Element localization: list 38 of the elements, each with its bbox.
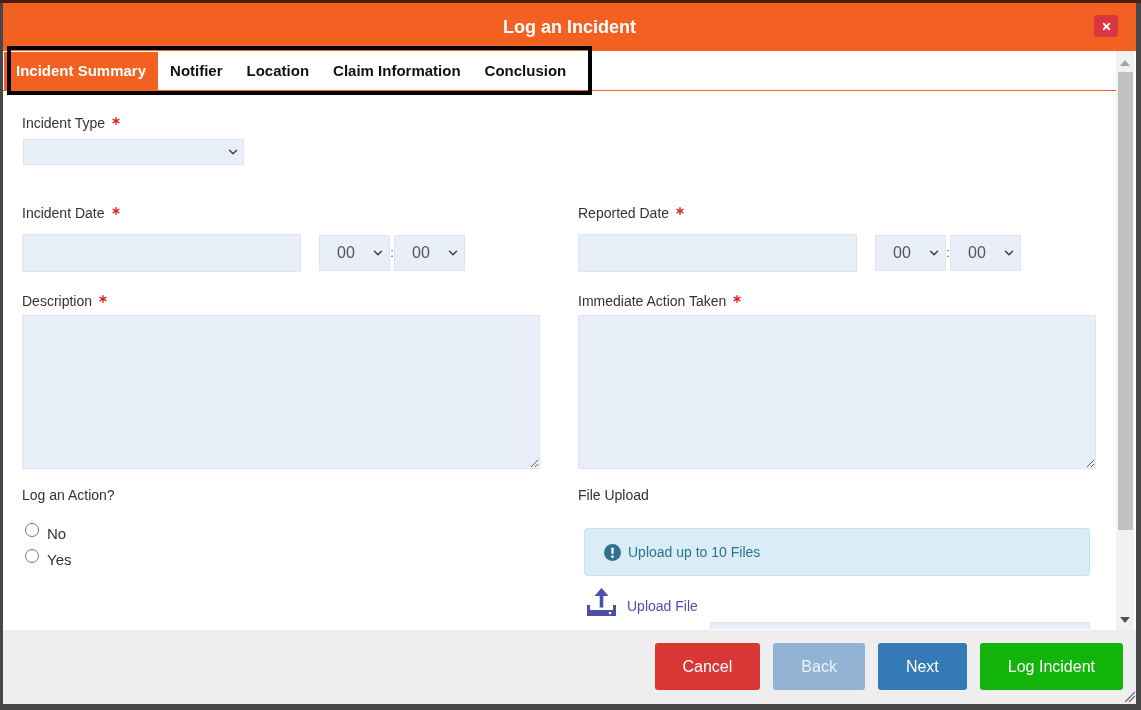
resize-grip-icon[interactable] xyxy=(1124,691,1135,702)
radio-label: No xyxy=(47,525,67,543)
field-label: Description xyxy=(22,293,93,310)
field-label: File Upload xyxy=(578,487,649,504)
field-label: Incident Date xyxy=(22,205,105,222)
radio-label: Yes xyxy=(47,551,72,569)
minute-select[interactable]: 00 xyxy=(950,235,1021,271)
text-area[interactable] xyxy=(578,315,1096,469)
scroll-up-arrow-icon[interactable] xyxy=(1120,60,1130,66)
footer-button[interactable]: Cancel xyxy=(654,643,761,690)
input-field[interactable] xyxy=(710,622,1090,629)
scrollbar-thumb[interactable] xyxy=(1117,72,1133,530)
text-area[interactable] xyxy=(22,315,540,469)
date-input[interactable] xyxy=(578,234,857,272)
hour-select[interactable]: 00 xyxy=(319,235,390,271)
field-label: Reported Date xyxy=(578,205,670,222)
radio-button[interactable] xyxy=(25,549,39,563)
hour-select[interactable]: 00 xyxy=(875,235,946,271)
date-input[interactable] xyxy=(22,234,301,272)
tab[interactable]: Incident Summary xyxy=(4,52,159,90)
field-label: Log an Action? xyxy=(22,487,115,504)
dialog-title: Log an Incident xyxy=(503,15,636,39)
minute-select[interactable]: 00 xyxy=(394,235,465,271)
scroll-down-arrow-icon[interactable] xyxy=(1120,617,1130,623)
scrollbar[interactable] xyxy=(1116,51,1134,630)
upload-icon[interactable] xyxy=(587,588,616,616)
field-label: Incident Type xyxy=(22,115,106,132)
close-icon xyxy=(1100,20,1112,32)
incident-type-select[interactable] xyxy=(23,139,244,165)
upload-file-link[interactable]: Upload File xyxy=(627,598,698,615)
footer-button[interactable]: Next xyxy=(877,643,967,690)
radio-button[interactable] xyxy=(25,523,39,537)
time-separator: : xyxy=(390,245,394,261)
info-icon xyxy=(604,543,621,561)
time-separator: : xyxy=(946,245,950,261)
field-label: Immediate Action Taken xyxy=(578,293,727,310)
alert-text: Upload up to 10 Files xyxy=(628,542,761,562)
close-button[interactable] xyxy=(1094,15,1118,37)
